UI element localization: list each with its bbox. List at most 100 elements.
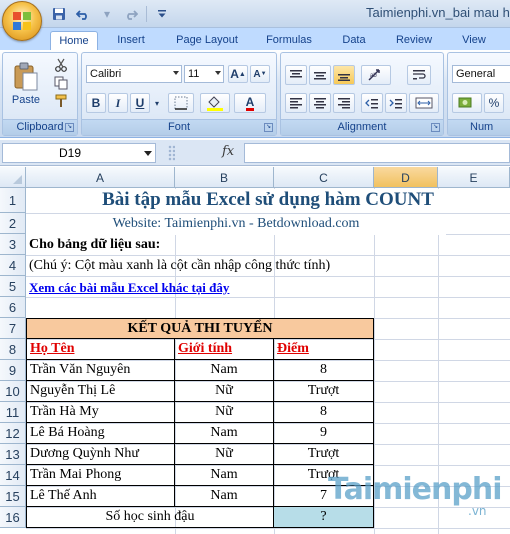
table-row-gender[interactable]: Nữ [175, 381, 274, 402]
clipboard-launcher-icon[interactable]: ↘ [65, 123, 74, 132]
table-row-name[interactable]: Lê Thế Anh [26, 486, 175, 507]
copy-icon[interactable] [51, 75, 71, 91]
row-header-6[interactable]: 6 [0, 297, 26, 318]
percent-style-button[interactable]: % [484, 93, 504, 113]
row-header-4[interactable]: 4 [0, 255, 26, 276]
row-header-10[interactable]: 10 [0, 381, 26, 402]
align-right-icon[interactable] [333, 93, 355, 113]
row-header-5[interactable]: 5 [0, 276, 26, 297]
row-header-14[interactable]: 14 [0, 465, 26, 486]
table-row-gender[interactable]: Nam [175, 465, 274, 486]
table-row-name[interactable]: Trần Văn Nguyên [26, 360, 175, 381]
italic-button[interactable]: I [108, 93, 128, 113]
column-header-c[interactable]: C [274, 167, 374, 188]
redo-icon[interactable] [122, 5, 140, 23]
fill-color-button[interactable] [200, 93, 230, 113]
row-header-12[interactable]: 12 [0, 423, 26, 444]
font-color-button[interactable]: A [234, 93, 266, 113]
column-header-b[interactable]: B [175, 167, 274, 188]
accounting-format-icon[interactable] [452, 93, 482, 113]
tab-formulas[interactable]: Formulas [258, 31, 320, 50]
column-header-a[interactable]: A [26, 167, 175, 188]
tab-home[interactable]: Home [50, 31, 98, 50]
format-painter-icon[interactable] [51, 93, 71, 109]
row-header-16[interactable]: 16 [0, 507, 26, 528]
number-format-select[interactable]: General [452, 65, 510, 83]
table-row-gender[interactable]: Nam [175, 486, 274, 507]
underline-dropdown-icon[interactable]: ▾ [152, 93, 162, 113]
shrink-font-button[interactable]: A ▼ [250, 65, 270, 83]
formula-bar-resize-handle[interactable] [168, 145, 175, 161]
tab-insert[interactable]: Insert [108, 31, 154, 50]
column-header-e[interactable]: E [438, 167, 510, 188]
merge-center-icon[interactable] [409, 93, 439, 113]
summary-label[interactable]: Số học sinh đậu [26, 507, 274, 528]
note-text[interactable]: (Chú ý: Cột màu xanh là cột cần nhập côn… [29, 256, 330, 277]
office-button[interactable] [2, 1, 42, 41]
given-text[interactable]: Cho bảng dữ liệu sau: [29, 235, 160, 256]
save-icon[interactable] [50, 5, 68, 23]
table-row-gender[interactable]: Nam [175, 360, 274, 381]
font-launcher-icon[interactable]: ↘ [264, 123, 273, 132]
align-top-icon[interactable] [285, 65, 307, 85]
table-row-gender[interactable]: Nam [175, 423, 274, 444]
undo-icon[interactable] [74, 5, 92, 23]
name-box[interactable]: D19 [2, 143, 156, 163]
row-header-8[interactable]: 8 [0, 339, 26, 360]
underline-button[interactable]: U [130, 93, 150, 113]
row-header-13[interactable]: 13 [0, 444, 26, 465]
table-row-score[interactable]: 8 [274, 360, 374, 381]
row-header-11[interactable]: 11 [0, 402, 26, 423]
align-center-icon[interactable] [309, 93, 331, 113]
grow-font-button[interactable]: A ▲ [228, 65, 248, 83]
website-text[interactable]: Website: Taimienphi.vn - Betdownload.com [26, 214, 446, 235]
table-row-gender[interactable]: Nữ [175, 402, 274, 423]
alignment-launcher-icon[interactable]: ↘ [431, 123, 440, 132]
row-header-9[interactable]: 9 [0, 360, 26, 381]
table-row-score[interactable]: 9 [274, 423, 374, 444]
row-header-1[interactable]: 1 [0, 188, 26, 213]
insert-function-icon[interactable]: fx [222, 144, 234, 159]
align-middle-icon[interactable] [309, 65, 331, 85]
name-box-dropdown-icon[interactable] [144, 151, 152, 156]
tab-view[interactable]: View [454, 31, 494, 50]
table-row-name[interactable]: Trần Mai Phong [26, 465, 175, 486]
sheet-title[interactable]: Bài tập mẫu Excel sử dụng hàm COUNT [26, 189, 510, 213]
table-title[interactable]: KẾT QUẢ THI TUYỂN [26, 318, 374, 339]
orientation-icon[interactable]: ab [361, 65, 391, 85]
formula-input[interactable] [244, 143, 510, 163]
align-bottom-icon[interactable] [333, 65, 355, 85]
tab-data[interactable]: Data [334, 31, 374, 50]
table-row-score[interactable]: Trượt [274, 444, 374, 465]
increase-indent-icon[interactable] [385, 93, 407, 113]
table-row-name[interactable]: Nguyễn Thị Lê [26, 381, 175, 402]
select-all-corner[interactable] [0, 167, 26, 188]
table-row-name[interactable]: Dương Quỳnh Như [26, 444, 175, 465]
cut-icon[interactable] [51, 57, 71, 73]
row-header-15[interactable]: 15 [0, 486, 26, 507]
table-row-score[interactable]: Trượt [274, 381, 374, 402]
samples-link[interactable]: Xem các bài mẫu Excel khác tại đây [29, 278, 229, 299]
row-header-7[interactable]: 7 [0, 318, 26, 339]
decrease-indent-icon[interactable] [361, 93, 383, 113]
borders-button[interactable] [168, 93, 194, 113]
header-name[interactable]: Họ Tên [26, 339, 175, 360]
header-score[interactable]: Điểm [274, 339, 374, 360]
wrap-text-icon[interactable] [407, 65, 431, 85]
table-row-gender[interactable]: Nữ [175, 444, 274, 465]
row-header-2[interactable]: 2 [0, 213, 26, 234]
table-row-score[interactable]: 8 [274, 402, 374, 423]
header-gender[interactable]: Giới tính [175, 339, 274, 360]
row-header-3[interactable]: 3 [0, 234, 26, 255]
column-header-d[interactable]: D [374, 167, 438, 188]
align-left-icon[interactable] [285, 93, 307, 113]
font-family-select[interactable]: Calibri [86, 65, 182, 83]
table-row-name[interactable]: Trần Hà My [26, 402, 175, 423]
customize-dropdown-icon[interactable] [153, 5, 171, 23]
table-row-name[interactable]: Lê Bá Hoàng [26, 423, 175, 444]
undo-dropdown-icon[interactable]: ▾ [98, 5, 116, 23]
tab-review[interactable]: Review [388, 31, 440, 50]
paste-button[interactable]: Paste [9, 57, 43, 111]
tab-page-layout[interactable]: Page Layout [168, 31, 246, 50]
font-size-select[interactable]: 11 [184, 65, 224, 83]
